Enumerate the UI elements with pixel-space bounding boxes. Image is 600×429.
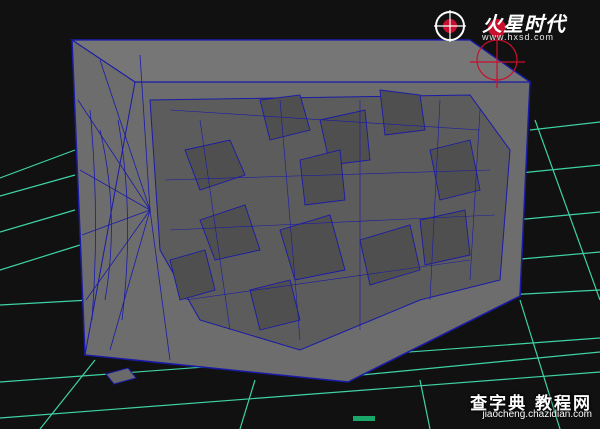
logo-url: www.hxsd.com	[482, 32, 555, 42]
3d-viewport[interactable]	[0, 0, 600, 429]
site-watermark: 查字典 教程网 jiaocheng.chazidian.com	[452, 389, 592, 423]
watermark-url: jiaocheng.chazidian.com	[482, 409, 592, 420]
origin-marker	[353, 416, 375, 421]
shattered-box-mesh[interactable]	[70, 39, 532, 383]
brand-logo: 火星时代 www.hxsd.com	[430, 6, 590, 46]
debris-chunk[interactable]	[105, 367, 137, 385]
hxsd-logo-icon	[434, 10, 466, 42]
